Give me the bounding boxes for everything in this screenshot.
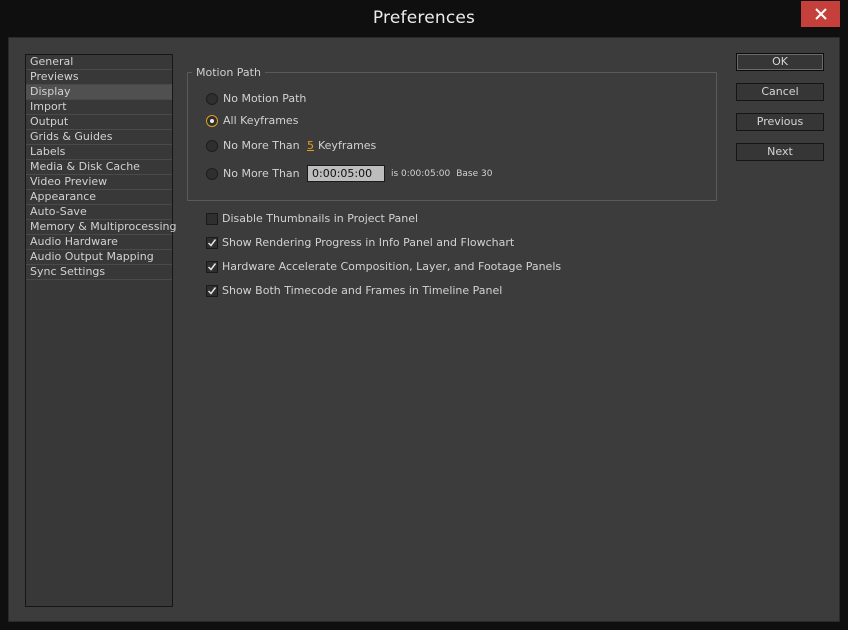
checkbox-label: Hardware Accelerate Composition, Layer, … (222, 260, 562, 273)
sidebar-item-grids-guides[interactable]: Grids & Guides (26, 130, 172, 145)
cancel-button[interactable]: Cancel (736, 83, 824, 101)
radio-no-motion-path[interactable]: No Motion Path (206, 92, 306, 105)
category-list[interactable]: General Previews Display Import Output G… (25, 54, 176, 607)
checkbox-checked[interactable] (206, 260, 218, 273)
sidebar-item-auto-save[interactable]: Auto-Save (26, 205, 172, 220)
radio-button-selected[interactable] (206, 114, 218, 127)
timebase-text: Base 30 (456, 168, 493, 179)
sidebar-item-memory-multiprocessing[interactable]: Memory & Multiprocessing (26, 220, 176, 235)
radio-all-keyframes[interactable]: All Keyframes (206, 114, 298, 127)
motion-path-group: Motion Path No Motion Path All Keyframes… (187, 66, 717, 201)
checkbox-checked[interactable] (206, 236, 218, 249)
checkbox-label: Disable Thumbnails in Project Panel (222, 212, 419, 225)
ok-button[interactable]: OK (736, 53, 824, 71)
sidebar-item-appearance[interactable]: Appearance (26, 190, 172, 205)
radio-no-more-than-time[interactable]: No More Than 0:00:05:00 is 0:00:05:00 Ba… (206, 165, 492, 182)
checkbox-disable-thumbnails[interactable]: Disable Thumbnails in Project Panel (206, 212, 418, 225)
checkbox-hardware-accelerate[interactable]: Hardware Accelerate Composition, Layer, … (206, 260, 561, 273)
sidebar-item-media-disk-cache[interactable]: Media & Disk Cache (26, 160, 172, 175)
sidebar-item-general[interactable]: General (26, 55, 172, 70)
radio-button[interactable] (206, 92, 218, 105)
sidebar-item-display[interactable]: Display (26, 85, 172, 100)
close-icon (814, 8, 827, 20)
radio-button[interactable] (206, 139, 218, 152)
title-bar: Preferences (0, 0, 848, 37)
sidebar-item-audio-hardware[interactable]: Audio Hardware (26, 235, 172, 250)
checkbox-show-timecode-frames[interactable]: Show Both Timecode and Frames in Timelin… (206, 284, 502, 297)
close-button[interactable] (801, 1, 840, 27)
next-button[interactable]: Next (736, 143, 824, 161)
radio-label: All Keyframes (223, 114, 299, 127)
checkmark-icon (207, 262, 217, 271)
sidebar-item-labels[interactable]: Labels (26, 145, 172, 160)
sidebar-item-audio-output-mapping[interactable]: Audio Output Mapping (26, 250, 172, 265)
radio-label: No Motion Path (223, 92, 307, 105)
checkmark-icon (207, 286, 217, 295)
checkbox-label: Show Both Timecode and Frames in Timelin… (222, 284, 503, 297)
keyframes-suffix-label: Keyframes (318, 139, 377, 152)
checkbox-label: Show Rendering Progress in Info Panel an… (222, 236, 515, 249)
preferences-dialog: General Previews Display Import Output G… (8, 37, 840, 622)
sidebar-item-import[interactable]: Import (26, 100, 172, 115)
window-title: Preferences (372, 8, 476, 28)
motion-path-group-title: Motion Path (192, 66, 265, 79)
sidebar-item-previews[interactable]: Previews (26, 70, 172, 85)
checkbox[interactable] (206, 212, 218, 225)
timecode-info-text: is 0:00:05:00 (391, 168, 451, 179)
checkbox-show-rendering-progress[interactable]: Show Rendering Progress in Info Panel an… (206, 236, 514, 249)
radio-no-more-than-keyframes[interactable]: No More Than 5 Keyframes (206, 139, 376, 152)
radio-label: No More Than (223, 139, 300, 152)
checkbox-checked[interactable] (206, 284, 218, 297)
radio-label: No More Than (223, 167, 300, 180)
checkmark-icon (207, 238, 217, 247)
sidebar-item-output[interactable]: Output (26, 115, 172, 130)
sidebar-item-video-preview[interactable]: Video Preview (26, 175, 172, 190)
sidebar-item-sync-settings[interactable]: Sync Settings (26, 265, 172, 280)
previous-button[interactable]: Previous (736, 113, 824, 131)
timecode-input[interactable]: 0:00:05:00 (307, 165, 385, 182)
radio-button[interactable] (206, 167, 218, 180)
keyframe-count-scrubber[interactable]: 5 (307, 139, 314, 152)
